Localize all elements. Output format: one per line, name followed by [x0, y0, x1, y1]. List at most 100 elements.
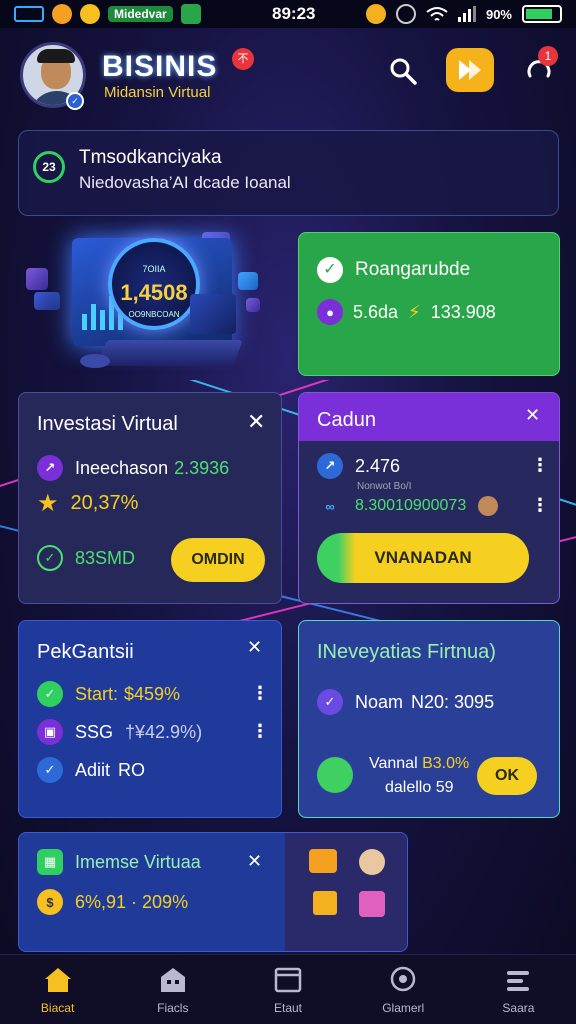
- investasi-action-button[interactable]: OMDIN: [171, 538, 265, 582]
- sun-icon: [80, 4, 100, 24]
- nav-label: Glamerl: [382, 1000, 425, 1015]
- maps-icon: [180, 4, 201, 24]
- pekgantsii-title: PekGantsii: [37, 641, 134, 663]
- nav-item-saara[interactable]: Saara: [461, 955, 576, 1024]
- swipe-action-button[interactable]: VNANADAN: [317, 533, 529, 583]
- cadun-title: Cadun: [317, 409, 376, 431]
- check-icon: ✓: [37, 681, 63, 707]
- window-icon: [274, 967, 302, 992]
- cadun-row1-value: 2.476: [355, 455, 401, 476]
- teal-row2: Vannal B3.0%: [369, 755, 469, 773]
- bolt-icon: ⚡: [408, 301, 421, 322]
- imemse-title: Imemse Virtuaa: [75, 851, 201, 872]
- close-icon[interactable]: ✕: [525, 405, 540, 426]
- app-brand: BISINIS: [102, 50, 218, 83]
- investasi-row2-value: 20,37%: [70, 492, 139, 514]
- trend-icon: ↗: [317, 453, 343, 479]
- value-ring: 7OIIA 1,4508 OO9NBCOAN: [108, 238, 200, 330]
- pek-row1-label: Start:: [75, 683, 119, 704]
- app-header: ✓ BISINIS 不 Midansin Virtual 1: [18, 40, 558, 120]
- cup-icon: [309, 849, 337, 873]
- green-card-value-a: 5.6da: [353, 301, 399, 322]
- cadun-card: Cadun ✕ ↗ 2.476 ⋮ Nonwot Bo/I ∞ 8.300109…: [298, 392, 560, 604]
- teal-row3: dalello 59: [385, 779, 454, 796]
- signal-icon: [457, 6, 476, 22]
- user-avatar-small: [478, 496, 499, 516]
- check-icon: ✓: [317, 689, 343, 715]
- ok-button[interactable]: OK: [477, 757, 537, 795]
- pek-row2-value: †¥42.9%): [125, 721, 203, 742]
- keyboard-graphic: [97, 340, 243, 366]
- more-icon[interactable]: ⋮: [531, 455, 549, 476]
- media-button[interactable]: [446, 48, 494, 92]
- star-icon: ★: [37, 490, 59, 517]
- close-icon[interactable]: ✕: [247, 637, 262, 658]
- investasi-title: Investasi Virtual: [37, 413, 178, 435]
- nav-label: Saara: [502, 1000, 535, 1015]
- investasi-row3-value: 83SMD: [75, 547, 136, 568]
- investasi-card: Investasi Virtual ✕ ↗ Ineechason 2.3936 …: [18, 392, 282, 604]
- more-icon[interactable]: ⋮: [251, 683, 269, 704]
- check-icon: ✓: [317, 257, 343, 283]
- purple-coin-icon: ●: [317, 299, 343, 325]
- status-card-green[interactable]: ✓ Roangarubde ● 5.6da ⚡ 133.908: [298, 232, 560, 376]
- close-icon[interactable]: ✕: [247, 409, 265, 435]
- announcement-banner[interactable]: 23 Tmsodkanciyaka Niedovasha’AI dcade Io…: [18, 130, 559, 216]
- home-icon: [44, 967, 71, 992]
- investasi-row1-label: Ineechason: [75, 457, 169, 478]
- banner-title: Tmsodkanciyaka: [79, 147, 222, 168]
- green-card-value-b: 133.908: [430, 301, 496, 322]
- imemse-row1-value: 6%,91 · 209%: [75, 891, 189, 912]
- nav-item-etaut[interactable]: Etaut: [230, 955, 345, 1024]
- status-bar: Midedvar 89:23 90%: [0, 0, 576, 28]
- search-icon[interactable]: [388, 56, 418, 86]
- hero-illustration: 7OIIA 1,4508 OO9NBCOAN: [26, 228, 280, 386]
- battery-icon: [522, 5, 562, 23]
- wifi-icon: [426, 7, 448, 21]
- battery-text: 90%: [485, 6, 512, 22]
- investasi-row1-value: 2.3936: [174, 457, 230, 478]
- person-icon: [359, 849, 385, 875]
- calendar-icon: ▦: [37, 849, 63, 875]
- app-subtitle: Midansin Virtual: [104, 84, 211, 101]
- ring-value: 1,4508: [120, 280, 188, 305]
- pek-row1-value: $459%: [124, 683, 181, 704]
- more-icon[interactable]: ⋮: [531, 495, 549, 516]
- chart-icon: ↗: [37, 455, 63, 481]
- green-card-title: Roangarubde: [355, 259, 471, 280]
- cadun-row2-value: 8.30010900073: [355, 497, 467, 514]
- teal-row2-value: B3.0%: [422, 755, 470, 772]
- chat-icon: 23: [33, 151, 65, 183]
- app-icon: [52, 4, 72, 24]
- nav-item-glamerl[interactable]: Glamerl: [346, 955, 461, 1024]
- teal-row1-value: N20: 3095: [411, 691, 495, 712]
- neveyatias-title: INeveyatias Firtnua): [317, 641, 496, 663]
- building-icon: [160, 967, 185, 992]
- ring-caption: OO9NBCOAN: [128, 310, 180, 319]
- check-circle-icon: ✓: [37, 545, 63, 571]
- nav-item-files[interactable]: Fiacls: [115, 955, 230, 1024]
- ring-label: 7OIIA: [142, 264, 166, 274]
- grid-icon: ▣: [37, 719, 63, 745]
- nav-label: Fiacls: [157, 1000, 189, 1015]
- nav-label: Biacat: [40, 1000, 75, 1015]
- screen-icon: [14, 6, 44, 22]
- coin-icon: $: [37, 889, 63, 915]
- nav-item-home[interactable]: Biacat: [0, 955, 115, 1024]
- notification-badge: 1: [538, 46, 558, 66]
- clock-icon: [395, 4, 416, 24]
- settings-icon: [507, 970, 530, 991]
- pek-row2-label: SSG: [75, 721, 114, 742]
- gift-icon: [313, 891, 337, 915]
- close-icon[interactable]: ✕: [247, 851, 262, 872]
- banner-subtitle: Niedovasha’AI dcade Ioanal: [79, 173, 291, 192]
- pekgantsii-card: PekGantsii ✕ ✓ Start: $459% ⋮ ▣ SSG †¥42…: [18, 620, 282, 818]
- brand-badge: 不: [232, 48, 254, 70]
- chat-icon: [390, 966, 416, 991]
- nav-label: Etaut: [273, 1000, 303, 1015]
- status-time: 89:23: [272, 4, 316, 23]
- pek-row3-value: RO: [118, 759, 146, 780]
- more-icon[interactable]: ⋮: [251, 721, 269, 742]
- play-icon: [459, 60, 481, 80]
- cadun-row2-caption: Nonwot Bo/I: [357, 481, 412, 492]
